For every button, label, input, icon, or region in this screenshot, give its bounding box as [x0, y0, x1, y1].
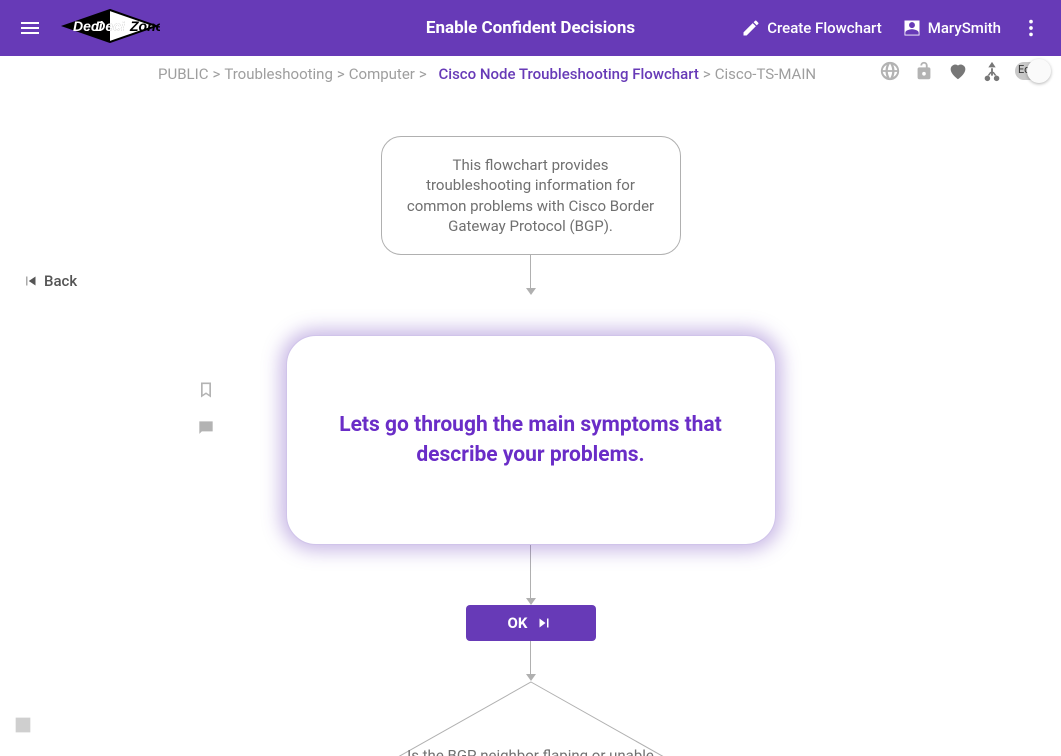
connector	[530, 255, 532, 295]
decision-node-text: Is the BGP neighbor flaping or unable to…	[401, 747, 661, 756]
crumb-public[interactable]: PUBLIC	[158, 65, 208, 83]
flowchart-canvas: Back This flowchart provides troubleshoo…	[0, 92, 1061, 752]
crumb-sep: >	[212, 65, 220, 83]
app-logo[interactable]: Deci Deci Zone Deci	[60, 9, 160, 47]
info-node[interactable]: This flowchart provides troubleshooting …	[381, 136, 681, 255]
top-icon-bar: Edit	[879, 60, 1047, 82]
ok-button[interactable]: OK	[466, 605, 596, 641]
svg-text:Deci: Deci	[73, 18, 104, 34]
lock-open-icon[interactable]	[913, 60, 935, 82]
crumb-cat1[interactable]: Troubleshooting	[224, 65, 333, 83]
kebab-icon	[1020, 17, 1042, 39]
decision-node[interactable]: Is the BGP neighbor flaping or unable to…	[381, 681, 681, 756]
more-button[interactable]	[1011, 8, 1051, 48]
app-header: Deci Deci Zone Deci Enable Confident Dec…	[0, 0, 1061, 56]
crumb-current[interactable]: Cisco Node Troubleshooting Flowchart	[438, 65, 698, 83]
connector	[530, 641, 532, 681]
create-flowchart-label: Create Flowchart	[767, 19, 881, 37]
user-button[interactable]: MarySmith	[892, 8, 1011, 48]
breadcrumb: PUBLIC > Troubleshooting > Computer > Ci…	[158, 65, 816, 83]
globe-icon[interactable]	[879, 60, 901, 82]
hamburger-icon	[18, 16, 42, 40]
crumb-sep: >	[419, 65, 427, 83]
breadcrumb-bar: PUBLIC > Troubleshooting > Computer > Ci…	[0, 56, 1061, 92]
crumb-sep: >	[337, 65, 345, 83]
crumb-tag[interactable]: Cisco-TS-MAIN	[715, 65, 816, 83]
edit-toggle-label: Edit	[1018, 63, 1037, 76]
main-node[interactable]: Lets go through the main symptoms that d…	[286, 335, 776, 545]
play-next-icon	[535, 614, 553, 632]
svg-text:Zone: Zone	[129, 18, 160, 34]
heart-icon[interactable]	[947, 60, 969, 82]
create-flowchart-button[interactable]: Create Flowchart	[731, 8, 891, 48]
user-icon	[902, 18, 922, 38]
crumb-cat2[interactable]: Computer	[349, 65, 415, 83]
info-node-text: This flowchart provides troubleshooting …	[407, 156, 654, 235]
hierarchy-icon[interactable]	[981, 60, 1003, 82]
main-node-text: Lets go through the main symptoms that d…	[327, 410, 735, 471]
connector	[530, 545, 532, 605]
ok-label: OK	[508, 614, 528, 632]
menu-button[interactable]	[10, 8, 50, 48]
pencil-icon	[741, 18, 761, 38]
user-label: MarySmith	[928, 19, 1001, 37]
crumb-sep: >	[703, 65, 711, 83]
edit-toggle[interactable]: Edit	[1015, 62, 1047, 80]
flowchart: This flowchart provides troubleshooting …	[0, 92, 1061, 756]
